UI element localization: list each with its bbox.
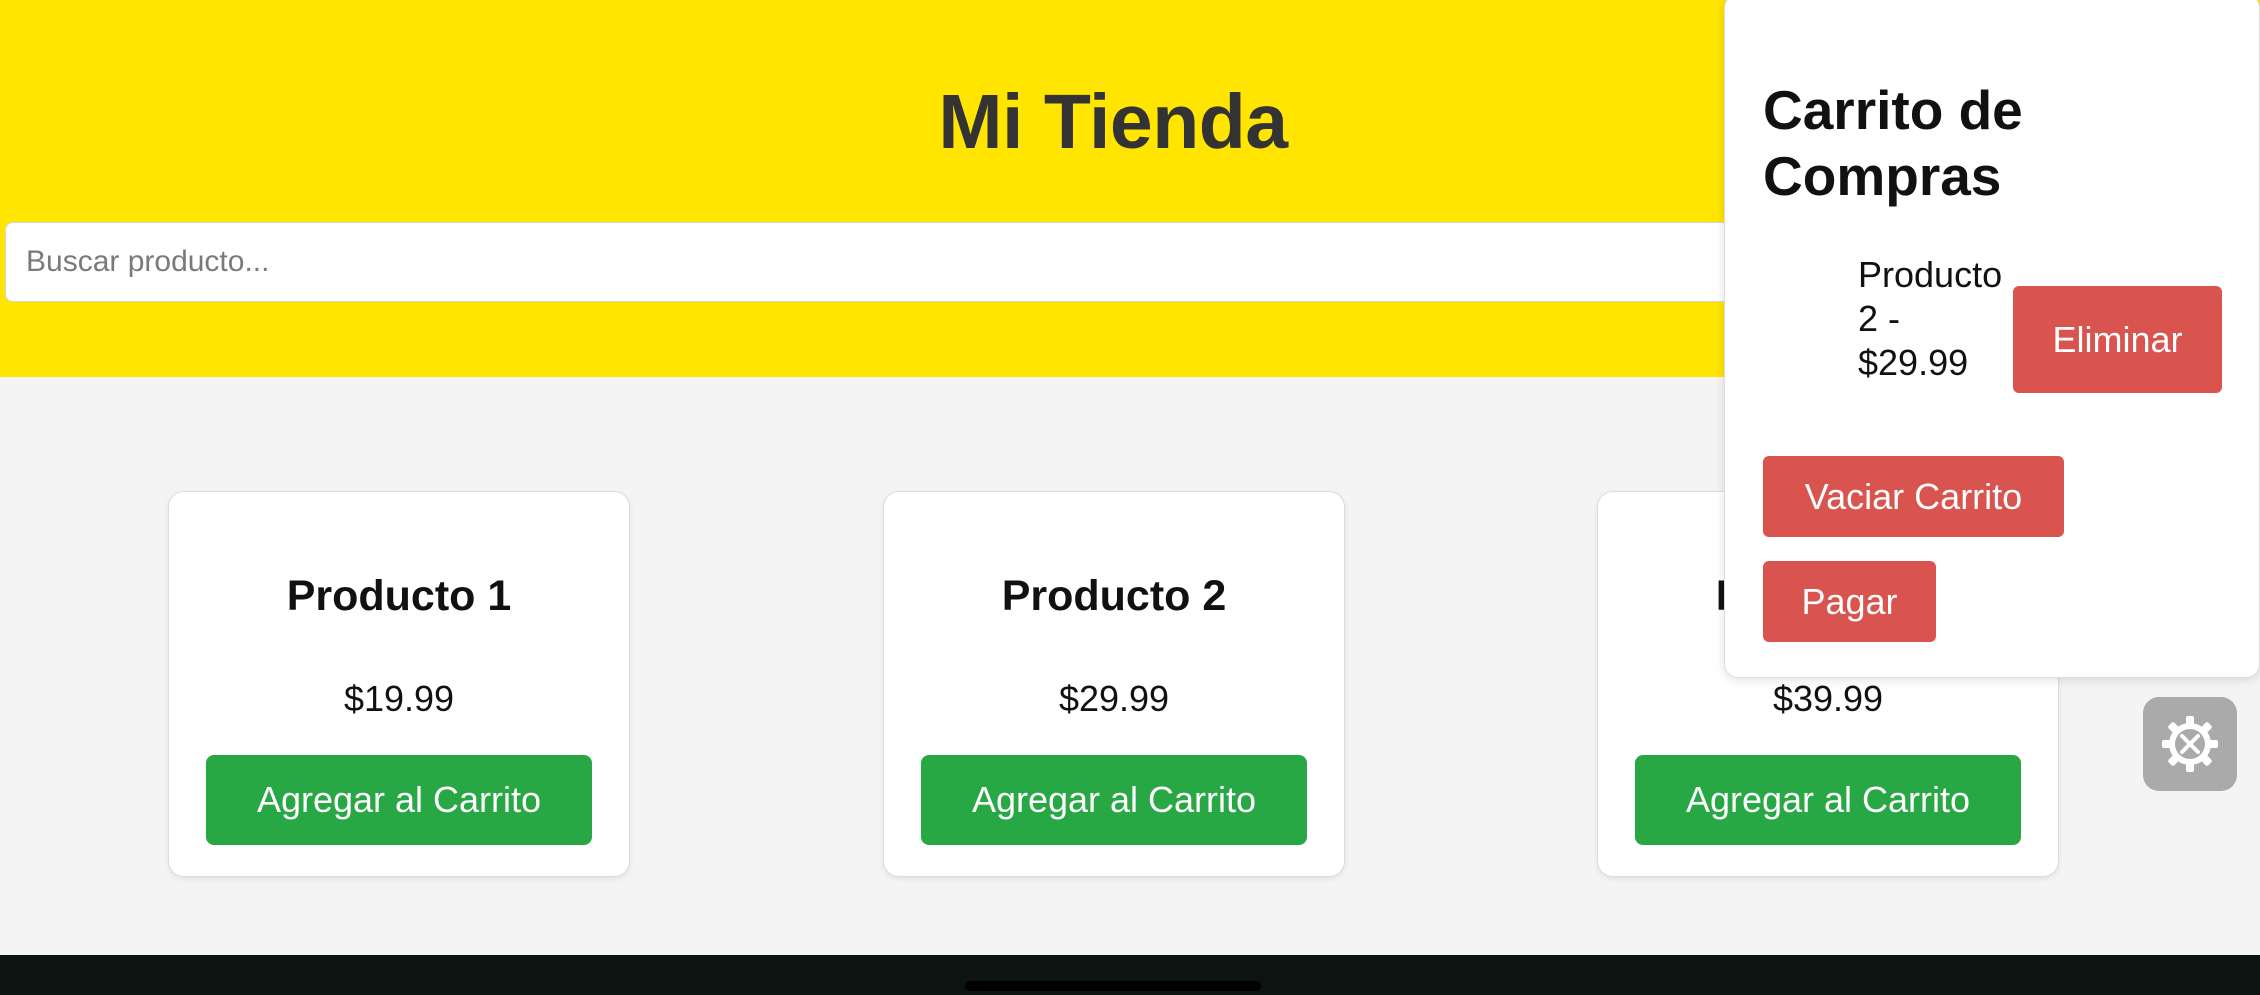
- product-price: $19.99: [343, 678, 455, 719]
- tools-gear-icon: [2162, 716, 2218, 772]
- cart-item-label: Producto 2 - $29.99: [1858, 254, 2003, 383]
- product-name: Producto 1: [286, 572, 512, 620]
- add-to-cart-button[interactable]: Agregar al Carrito: [206, 755, 592, 845]
- product-name: Producto 2: [1001, 572, 1227, 620]
- tools-button[interactable]: [2143, 697, 2237, 791]
- product-card: Producto 1 $19.99 Agregar al Carrito: [168, 491, 630, 877]
- product-price: $39.99: [1772, 678, 1884, 719]
- remove-item-button[interactable]: Eliminar: [2013, 286, 2222, 393]
- add-to-cart-button[interactable]: Agregar al Carrito: [921, 755, 1307, 845]
- add-to-cart-button[interactable]: Agregar al Carrito: [1635, 755, 2021, 845]
- shopping-cart-panel: Carrito de Compras Producto 2 - $29.99 E…: [1724, 0, 2260, 678]
- system-nav-bar: [0, 955, 2260, 995]
- product-card: Producto 2 $29.99 Agregar al Carrito: [883, 491, 1345, 877]
- empty-cart-button[interactable]: Vaciar Carrito: [1763, 456, 2064, 537]
- product-price: $29.99: [1058, 678, 1170, 719]
- pay-button[interactable]: Pagar: [1763, 561, 1936, 642]
- cart-title: Carrito de Compras: [1763, 79, 2023, 207]
- home-handle[interactable]: [965, 981, 1261, 991]
